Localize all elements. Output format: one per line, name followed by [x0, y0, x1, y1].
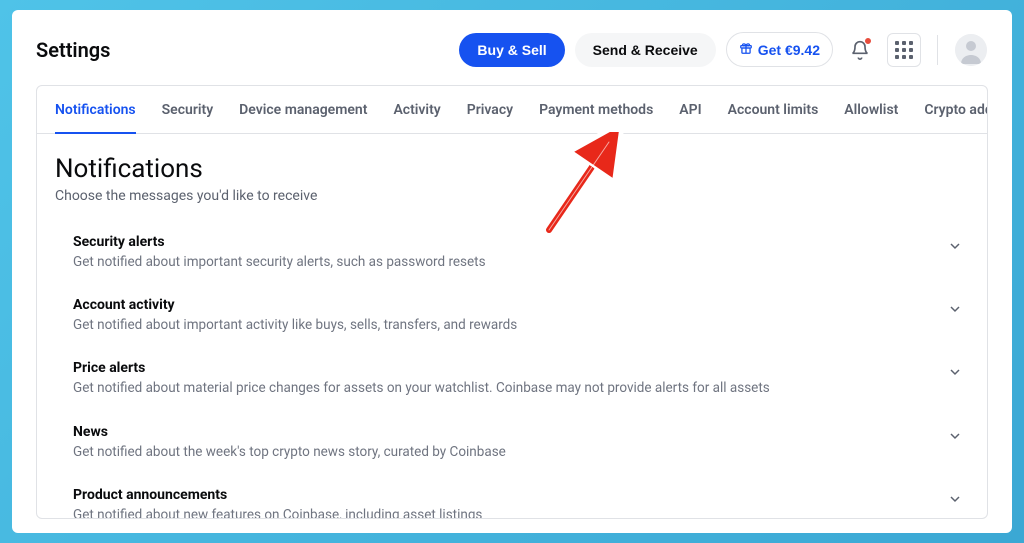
pref-text: Product announcements Get notified about … — [73, 487, 947, 518]
send-receive-button[interactable]: Send & Receive — [575, 33, 716, 67]
settings-window: Settings Buy & Sell Send & Receive Get €… — [12, 10, 1012, 533]
pref-text: Security alerts Get notified about import… — [73, 234, 947, 271]
get-reward-button[interactable]: Get €9.42 — [726, 32, 833, 67]
preferences-list: Security alerts Get notified about import… — [55, 222, 969, 518]
divider — [937, 35, 938, 65]
pref-row-news[interactable]: News Get notified about the week's top cr… — [73, 412, 963, 475]
pref-title: Security alerts — [73, 234, 923, 250]
account-avatar-button[interactable] — [954, 33, 988, 67]
topbar: Settings Buy & Sell Send & Receive Get €… — [36, 32, 988, 67]
tab-payment-methods[interactable]: Payment methods — [539, 86, 653, 134]
gift-icon — [739, 41, 753, 58]
tab-api[interactable]: API — [679, 86, 701, 134]
tab-activity[interactable]: Activity — [393, 86, 440, 134]
chevron-down-icon — [947, 297, 963, 321]
avatar-icon — [955, 34, 987, 66]
pref-row-price-alerts[interactable]: Price alerts Get notified about material … — [73, 348, 963, 411]
pref-desc: Get notified about the week's top crypto… — [73, 443, 923, 461]
buy-sell-button[interactable]: Buy & Sell — [459, 33, 564, 67]
pref-text: Account activity Get notified about impor… — [73, 297, 947, 334]
pref-row-security-alerts[interactable]: Security alerts Get notified about import… — [73, 222, 963, 285]
tab-account-limits[interactable]: Account limits — [728, 86, 819, 134]
pref-title: Product announcements — [73, 487, 923, 503]
tab-security[interactable]: Security — [162, 86, 214, 134]
apps-icon — [895, 41, 913, 59]
chevron-down-icon — [947, 360, 963, 384]
chevron-down-icon — [947, 487, 963, 511]
pref-desc: Get notified about material price change… — [73, 379, 923, 397]
apps-menu-button[interactable] — [887, 33, 921, 67]
settings-tabs: Notifications Security Device management Ac… — [37, 86, 987, 134]
pref-text: Price alerts Get notified about material … — [73, 360, 947, 397]
tab-notifications[interactable]: Notifications — [55, 86, 136, 134]
pref-desc: Get notified about new features on Coinb… — [73, 506, 923, 518]
notification-dot — [864, 37, 872, 45]
tab-crypto-addresses[interactable]: Crypto addresses — [924, 86, 988, 134]
pref-desc: Get notified about important security al… — [73, 253, 923, 271]
settings-content: Notifications Choose the messages you'd … — [37, 134, 987, 518]
tab-allowlist[interactable]: Allowlist — [844, 86, 898, 134]
section-subtitle: Choose the messages you'd like to receiv… — [55, 188, 969, 204]
chevron-down-icon — [947, 424, 963, 448]
gift-label: Get €9.42 — [758, 42, 820, 58]
chevron-down-icon — [947, 234, 963, 258]
pref-row-account-activity[interactable]: Account activity Get notified about impor… — [73, 285, 963, 348]
settings-card: Notifications Security Device management Ac… — [36, 85, 988, 519]
pref-title: Price alerts — [73, 360, 923, 376]
tab-device-management[interactable]: Device management — [239, 86, 367, 134]
pref-title: News — [73, 424, 923, 440]
page-title: Settings — [36, 38, 110, 62]
pref-title: Account activity — [73, 297, 923, 313]
section-title: Notifications — [55, 154, 969, 184]
pref-text: News Get notified about the week's top cr… — [73, 424, 947, 461]
notifications-bell-button[interactable] — [843, 33, 877, 67]
pref-desc: Get notified about important activity li… — [73, 316, 923, 334]
tab-privacy[interactable]: Privacy — [467, 86, 513, 134]
pref-row-product-announcements[interactable]: Product announcements Get notified about … — [73, 475, 963, 518]
top-actions: Buy & Sell Send & Receive Get €9.42 — [459, 32, 988, 67]
